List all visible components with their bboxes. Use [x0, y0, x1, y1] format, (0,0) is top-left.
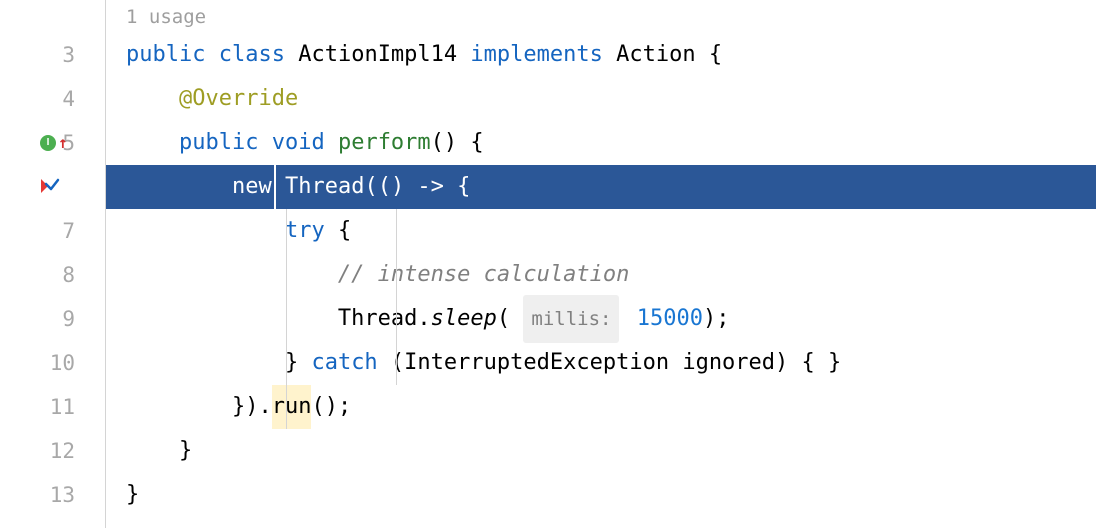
code-line[interactable]: }: [106, 429, 1096, 473]
gutter-line-number[interactable]: 11: [0, 385, 105, 429]
code-line[interactable]: try {: [106, 209, 1096, 253]
gutter-line-number[interactable]: 9: [0, 297, 105, 341]
interface-implements-icon[interactable]: I ↑: [40, 121, 68, 165]
brace: }: [285, 341, 312, 385]
warning-highlight: run: [272, 385, 312, 429]
code-text: );: [703, 297, 730, 341]
gutter-line-number[interactable]: 3: [0, 33, 105, 77]
annotation: @Override: [179, 77, 298, 121]
keyword: implements: [470, 33, 602, 77]
indent-guide: [274, 165, 276, 209]
gutter-line-number[interactable]: [0, 165, 105, 209]
keyword: new: [232, 165, 272, 209]
code-text: ();: [311, 385, 351, 429]
keyword: public: [126, 33, 205, 77]
brace: {: [325, 209, 352, 253]
dot: .: [417, 297, 430, 341]
gutter-line-number[interactable]: 12: [0, 429, 105, 473]
gutter-line-number[interactable]: I ↑ 5: [0, 121, 105, 165]
line-number: 3: [62, 33, 75, 77]
line-number: 12: [50, 429, 75, 473]
code-line[interactable]: @Override: [106, 77, 1096, 121]
gutter-row-usage: [0, 0, 105, 33]
indent-guide: [396, 341, 397, 385]
paren: (: [497, 297, 524, 341]
code-line-selected[interactable]: new Thread(() -> {: [106, 165, 1096, 209]
usage-hint[interactable]: 1 usage: [106, 0, 1096, 33]
code-line[interactable]: public class ActionImpl14 implements Act…: [106, 33, 1096, 77]
keyword: public: [179, 121, 258, 165]
class-ref: Thread: [338, 297, 417, 341]
brace: }: [126, 473, 139, 517]
indent-guide: [396, 297, 397, 341]
indent-guide: [286, 385, 287, 429]
parameter-hint: millis:: [523, 295, 619, 343]
indent-guide: [286, 297, 287, 341]
code-line[interactable]: Thread.sleep( millis: 15000);: [106, 297, 1096, 341]
keyword: catch: [311, 341, 377, 385]
code-text: }).: [232, 385, 272, 429]
indent-guide: [286, 253, 287, 297]
constructor-name: Thread: [285, 165, 364, 209]
brace: }: [179, 429, 192, 473]
keyword: try: [285, 209, 325, 253]
number-literal: 15000: [637, 297, 703, 341]
method-call: sleep: [431, 297, 497, 341]
line-number: 7: [62, 209, 75, 253]
indent-guide: [286, 209, 287, 253]
indent-guide: [396, 253, 397, 297]
code-text: (() -> {: [364, 165, 470, 209]
line-number: 4: [62, 77, 75, 121]
line-number: 13: [50, 473, 75, 517]
indent-guide: [286, 341, 287, 385]
impl-badge-icon: I: [40, 135, 56, 151]
brace: {: [696, 33, 723, 77]
code-line[interactable]: } catch (InterruptedException ignored) {…: [106, 341, 1096, 385]
interface-name: Action: [616, 33, 695, 77]
keyword: void: [272, 121, 325, 165]
code-text: (InterruptedException ignored) { }: [378, 341, 842, 385]
line-number: 9: [62, 297, 75, 341]
code-line[interactable]: // intense calculation: [106, 253, 1096, 297]
line-number: 10: [50, 341, 75, 385]
code-line[interactable]: public void perform() {: [106, 121, 1096, 165]
bookmark-check-icon[interactable]: [38, 176, 60, 198]
gutter: 3 4 I ↑ 5 7 8 9 10 11 12 13: [0, 0, 106, 528]
gutter-line-number[interactable]: 13: [0, 473, 105, 517]
up-arrow-icon: ↑: [58, 121, 68, 165]
code-editor: 3 4 I ↑ 5 7 8 9 10 11 12 13 1 usage: [0, 0, 1096, 528]
gutter-line-number[interactable]: 10: [0, 341, 105, 385]
code-text: () {: [431, 121, 484, 165]
keyword: class: [219, 33, 285, 77]
line-number: 8: [62, 253, 75, 297]
line-number: 11: [50, 385, 75, 429]
indent-guide: [396, 209, 397, 253]
class-name: ActionImpl14: [298, 33, 457, 77]
comment: // intense calculation: [338, 253, 629, 297]
code-content[interactable]: 1 usage public class ActionImpl14 implem…: [106, 0, 1096, 528]
gutter-line-number[interactable]: 7: [0, 209, 105, 253]
code-line[interactable]: }: [106, 473, 1096, 517]
method-name: perform: [338, 121, 431, 165]
code-line[interactable]: }).run();: [106, 385, 1096, 429]
gutter-line-number[interactable]: 4: [0, 77, 105, 121]
gutter-line-number[interactable]: 8: [0, 253, 105, 297]
